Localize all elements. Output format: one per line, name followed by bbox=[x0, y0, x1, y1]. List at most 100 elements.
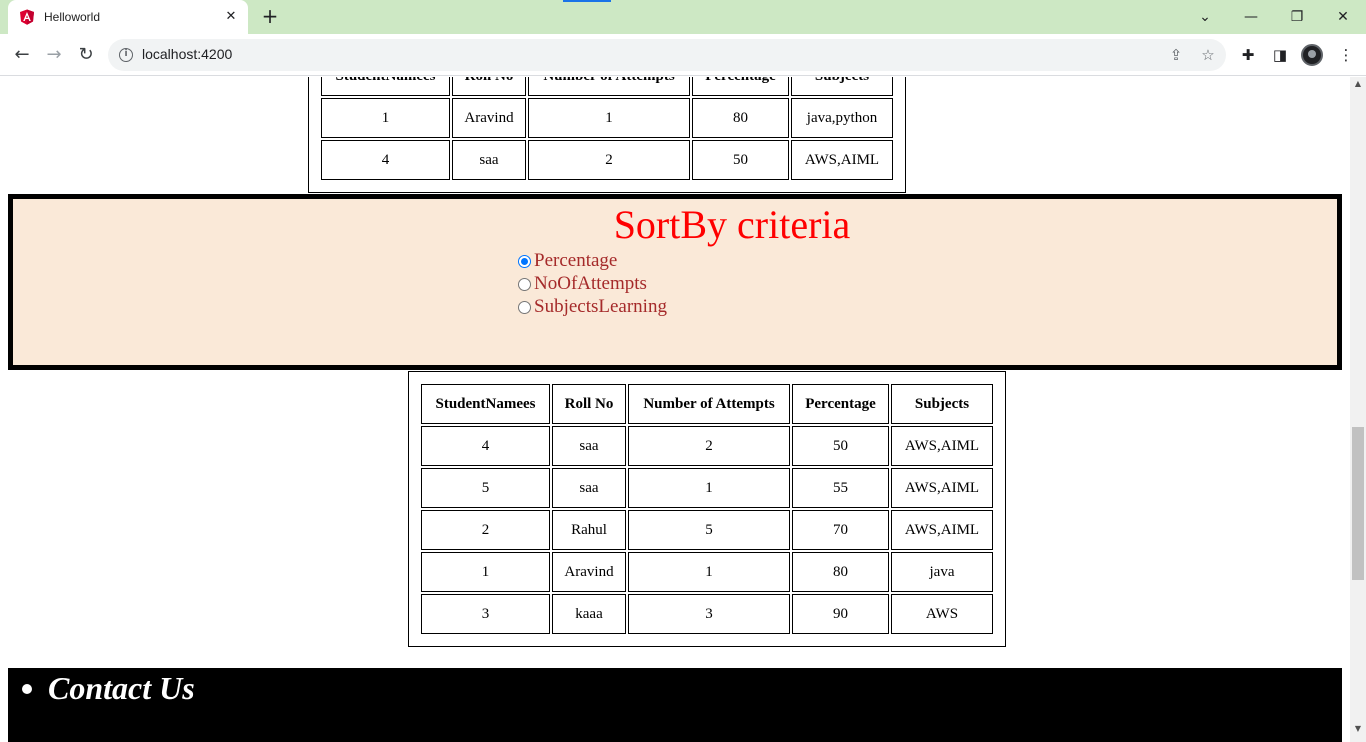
table-cell: 2 bbox=[628, 426, 790, 466]
table-cell: 4 bbox=[421, 426, 550, 466]
scroll-up-icon[interactable]: ▲ bbox=[1350, 77, 1366, 91]
reload-icon[interactable]: ↻ bbox=[72, 42, 100, 70]
table-row: 1 Aravind 1 80 java,python bbox=[321, 98, 893, 138]
table-cell: 3 bbox=[421, 594, 550, 634]
info-icon[interactable]: i bbox=[119, 48, 133, 62]
radio-no-of-attempts[interactable]: NoOfAttempts bbox=[518, 273, 647, 295]
table-cell: 3 bbox=[628, 594, 790, 634]
column-header: Number of Attempts bbox=[628, 384, 790, 424]
scroll-down-icon[interactable]: ▼ bbox=[1350, 722, 1366, 736]
table-cell: 4 bbox=[321, 140, 450, 180]
tab-strip: Helloworld ✕ + ⌄ — ❐ ✕ bbox=[0, 0, 1366, 34]
table-cell: 1 bbox=[628, 468, 790, 508]
table-cell: Aravind bbox=[452, 98, 526, 138]
column-header: Number of Attempts bbox=[528, 77, 690, 96]
table-row: 4 saa 2 50 AWS,AIML bbox=[321, 140, 893, 180]
table-cell: 1 bbox=[321, 98, 450, 138]
table-cell: 50 bbox=[792, 426, 889, 466]
url-text[interactable]: localhost:4200 bbox=[142, 46, 232, 62]
radio-subjects-learning[interactable]: SubjectsLearning bbox=[518, 296, 667, 318]
table-header-row: StudentNamees Roll No Number of Attempts… bbox=[421, 384, 993, 424]
footer-item-contact-us[interactable]: Contact Us bbox=[22, 670, 195, 707]
table-cell: saa bbox=[452, 140, 526, 180]
avatar[interactable] bbox=[1301, 44, 1323, 66]
table-cell: 80 bbox=[692, 98, 789, 138]
radio-percentage[interactable]: Percentage bbox=[518, 250, 617, 272]
restore-button[interactable]: ❐ bbox=[1274, 4, 1320, 30]
table-row: 5 saa 1 55 AWS,AIML bbox=[421, 468, 993, 508]
radio-button[interactable] bbox=[518, 277, 531, 291]
bullet-icon bbox=[22, 683, 32, 694]
table-cell: AWS,AIML bbox=[891, 426, 993, 466]
column-header: Subjects bbox=[791, 77, 893, 96]
table-cell: 90 bbox=[792, 594, 889, 634]
radio-button[interactable] bbox=[518, 254, 531, 268]
table-cell: java bbox=[891, 552, 993, 592]
table-cell: 2 bbox=[528, 140, 690, 180]
table-cell: 1 bbox=[628, 552, 790, 592]
sort-criteria-panel: SortBy criteria Percentage NoOfAttempts … bbox=[8, 194, 1342, 370]
arrow-left-icon[interactable]: ← bbox=[8, 42, 36, 70]
table-cell: 50 bbox=[692, 140, 789, 180]
arrow-right-icon[interactable]: → bbox=[40, 42, 68, 70]
radio-label: SubjectsLearning bbox=[534, 296, 667, 317]
table-cell: AWS bbox=[891, 594, 993, 634]
table-row: 1 Aravind 1 80 java bbox=[421, 552, 993, 592]
table-cell: 70 bbox=[792, 510, 889, 550]
table-row: 3 kaaa 3 90 AWS bbox=[421, 594, 993, 634]
students-table: StudentNamees Roll No Number of Attempts… bbox=[308, 77, 906, 193]
column-header: Subjects bbox=[891, 384, 993, 424]
table-cell: AWS,AIML bbox=[891, 510, 993, 550]
table-cell: java,python bbox=[791, 98, 893, 138]
sorted-students-table: StudentNamees Roll No Number of Attempts… bbox=[408, 371, 1006, 647]
table-cell: 2 bbox=[421, 510, 550, 550]
kebab-menu-icon[interactable]: ⋮ bbox=[1336, 45, 1356, 65]
sort-title: SortBy criteria bbox=[13, 201, 1337, 248]
table-cell: saa bbox=[552, 468, 626, 508]
column-header: Percentage bbox=[792, 384, 889, 424]
side-panel-icon[interactable]: ◨ bbox=[1270, 45, 1290, 65]
table-row: 2 Rahul 5 70 AWS,AIML bbox=[421, 510, 993, 550]
radio-label: NoOfAttempts bbox=[534, 273, 647, 294]
column-header: Roll No bbox=[452, 77, 526, 96]
address-bar[interactable]: i localhost:4200 ⇪ ☆ bbox=[108, 39, 1226, 71]
table-cell: Rahul bbox=[552, 510, 626, 550]
page-scrollbar[interactable]: ▲ ▼ bbox=[1350, 77, 1366, 742]
close-window-button[interactable]: ✕ bbox=[1320, 4, 1366, 30]
scrollbar-thumb[interactable] bbox=[1352, 427, 1364, 580]
minimize-button[interactable]: — bbox=[1228, 4, 1274, 30]
star-icon[interactable]: ☆ bbox=[1198, 45, 1218, 65]
table-header-row: StudentNamees Roll No Number of Attempts… bbox=[321, 77, 893, 96]
browser-tab[interactable]: Helloworld ✕ bbox=[8, 0, 248, 34]
column-header: StudentNamees bbox=[421, 384, 550, 424]
page-viewport: StudentNamees Roll No Number of Attempts… bbox=[0, 77, 1350, 742]
table-row: 4 saa 2 50 AWS,AIML bbox=[421, 426, 993, 466]
share-icon[interactable]: ⇪ bbox=[1166, 45, 1186, 65]
plus-icon[interactable]: + bbox=[258, 6, 282, 28]
chevron-down-icon[interactable]: ⌄ bbox=[1182, 4, 1228, 30]
footer: Contact Us bbox=[8, 668, 1342, 742]
table-cell: 1 bbox=[421, 552, 550, 592]
angular-logo-icon bbox=[20, 9, 34, 25]
radio-label: Percentage bbox=[534, 250, 618, 271]
table-cell: 1 bbox=[528, 98, 690, 138]
tab-title: Helloworld bbox=[44, 10, 101, 24]
table-cell: AWS,AIML bbox=[791, 140, 893, 180]
close-icon[interactable]: ✕ bbox=[222, 8, 240, 26]
table-cell: kaaa bbox=[552, 594, 626, 634]
table-cell: 5 bbox=[421, 468, 550, 508]
table-cell: 55 bbox=[792, 468, 889, 508]
column-header: StudentNamees bbox=[321, 77, 450, 96]
table-cell: 5 bbox=[628, 510, 790, 550]
tab-strip-accent bbox=[563, 0, 611, 2]
table-cell: AWS,AIML bbox=[891, 468, 993, 508]
column-header: Percentage bbox=[692, 77, 789, 96]
radio-button[interactable] bbox=[518, 300, 531, 314]
puzzle-icon[interactable]: ✚ bbox=[1238, 45, 1258, 65]
column-header: Roll No bbox=[552, 384, 626, 424]
table-cell: 80 bbox=[792, 552, 889, 592]
table-cell: saa bbox=[552, 426, 626, 466]
footer-link-label[interactable]: Contact Us bbox=[48, 670, 195, 707]
sort-title-text: SortBy criteria bbox=[613, 202, 851, 247]
browser-toolbar: ← → ↻ i localhost:4200 ⇪ ☆ ✚ ◨ ⋮ bbox=[0, 34, 1366, 76]
